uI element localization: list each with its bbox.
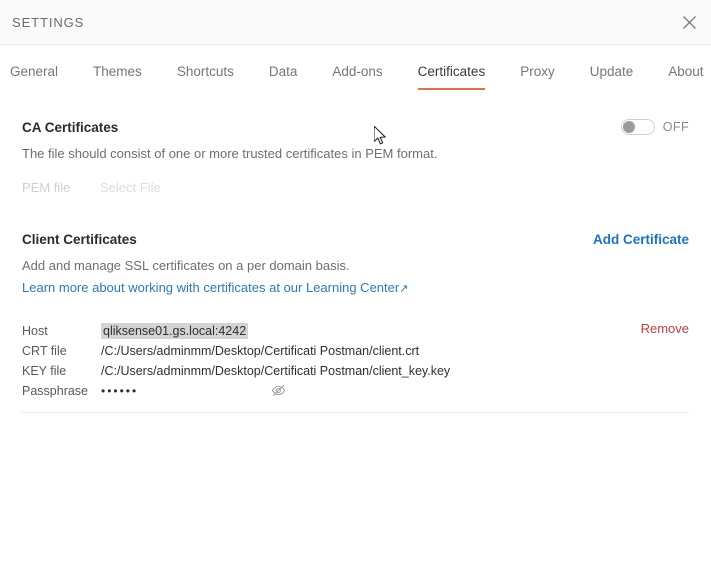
page-title: SETTINGS (12, 14, 85, 30)
window-titlebar: SETTINGS (0, 0, 711, 45)
crt-file-value: /C:/Users/adminmm/Desktop/Certificati Po… (101, 343, 420, 358)
client-certificates-header: Client Certificates Add Certificate (22, 232, 689, 247)
certificate-crt-row: CRT file /C:/Users/adminmm/Desktop/Certi… (22, 341, 689, 360)
learn-more-link[interactable]: Learn more about working with certificat… (22, 280, 408, 295)
certificate-key-row: KEY file /C:/Users/adminmm/Desktop/Certi… (22, 361, 689, 380)
pem-file-row: PEM file Select File (22, 180, 689, 195)
tab-themes[interactable]: Themes (93, 64, 142, 90)
certificate-host-row: Host qliksense01.gs.local:4242 (22, 321, 689, 340)
client-certificates-description: Add and manage SSL certificates on a per… (22, 258, 350, 273)
ca-certificates-header: CA Certificates OFF (22, 119, 689, 135)
host-label: Host (22, 323, 48, 338)
select-file-button[interactable]: Select File (100, 180, 161, 195)
client-certificates-section: Client Certificates Add Certificate Add … (22, 232, 689, 413)
passphrase-value: •••••• (101, 383, 139, 398)
tab-add-ons[interactable]: Add-ons (332, 64, 382, 90)
passphrase-label: Passphrase (22, 383, 89, 398)
certificate-passphrase-row: Passphrase •••••• (22, 381, 689, 400)
add-certificate-link[interactable]: Add Certificate (593, 232, 689, 247)
toggle-state-label: OFF (662, 120, 689, 134)
crt-file-label: CRT file (22, 343, 67, 358)
toggle-switch-track[interactable] (620, 119, 655, 135)
client-certificates-title: Client Certificates (22, 232, 137, 247)
close-button[interactable] (675, 8, 703, 36)
tab-update[interactable]: Update (590, 64, 634, 90)
ca-certificates-title: CA Certificates (22, 119, 119, 135)
ca-certificates-section: CA Certificates OFF The file should cons… (22, 119, 689, 195)
host-value[interactable]: qliksense01.gs.local:4242 (101, 322, 249, 339)
tab-general[interactable]: General (10, 64, 58, 90)
tab-data[interactable]: Data (269, 64, 298, 90)
certificate-entry: Remove Host qliksense01.gs.local:4242 CR… (22, 321, 689, 413)
ca-certificates-description: The file should consist of one or more t… (22, 146, 438, 161)
key-file-label: KEY file (22, 363, 67, 378)
tab-about[interactable]: About (668, 64, 703, 90)
tab-shortcuts[interactable]: Shortcuts (177, 64, 234, 90)
close-icon (682, 15, 697, 30)
settings-tab-bar: General Themes Shortcuts Data Add-ons Ce… (0, 45, 711, 90)
external-link-icon: ↗ (399, 283, 409, 295)
tab-certificates[interactable]: Certificates (417, 64, 485, 90)
ca-certificates-toggle[interactable]: OFF (620, 119, 689, 135)
eye-off-icon[interactable] (271, 383, 286, 398)
pem-file-label: PEM file (22, 180, 71, 195)
toggle-switch-knob (622, 121, 635, 133)
remove-certificate-link[interactable]: Remove (641, 321, 689, 336)
learn-more-text: Learn more about working with certificat… (22, 280, 400, 295)
key-file-value: /C:/Users/adminmm/Desktop/Certificati Po… (101, 363, 451, 378)
settings-content: CA Certificates OFF The file should cons… (0, 119, 711, 413)
tab-proxy[interactable]: Proxy (520, 64, 555, 90)
